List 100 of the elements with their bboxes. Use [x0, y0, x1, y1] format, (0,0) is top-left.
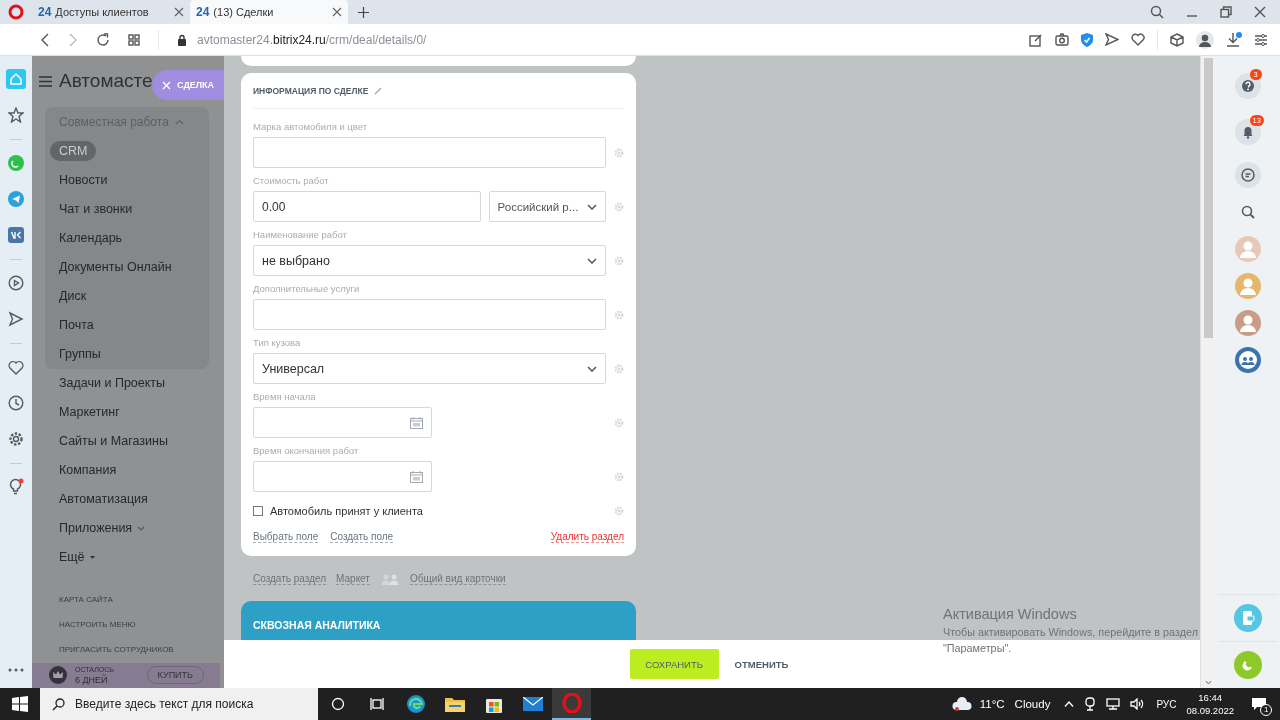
select-field[interactable]: Универсал — [253, 353, 606, 384]
clock-time[interactable]: 16:44 — [1198, 692, 1223, 703]
people-icon — [379, 573, 400, 585]
sidebar-link[interactable]: НАСТРОИТЬ МЕНЮ — [59, 620, 136, 629]
caret-icon[interactable] — [89, 555, 95, 559]
settings-icon[interactable] — [1254, 33, 1268, 46]
restore-icon[interactable] — [1220, 6, 1232, 18]
mail-icon[interactable] — [522, 697, 543, 711]
sidebar-item[interactable]: Календарь — [59, 231, 123, 246]
input-language[interactable]: РУС — [1156, 698, 1177, 710]
webcam-icon[interactable] — [1084, 697, 1097, 711]
network-icon[interactable] — [1106, 698, 1121, 710]
vk-icon[interactable] — [8, 227, 24, 243]
delete-section-link[interactable]: Удалить раздел — [550, 531, 624, 543]
reload-icon[interactable] — [96, 32, 110, 47]
close-slider-button[interactable]: СДЕЛКА — [152, 70, 224, 100]
close-icon[interactable] — [332, 7, 342, 17]
folder-icon[interactable] — [444, 696, 465, 712]
menu-icon[interactable] — [39, 75, 52, 87]
plus-icon[interactable] — [357, 6, 369, 18]
chevron-down-icon[interactable] — [587, 365, 597, 372]
group-chat-icon[interactable] — [1234, 346, 1261, 373]
currency-select[interactable]: Российский р... — [488, 191, 606, 222]
send-icon[interactable] — [8, 311, 24, 327]
heart-icon[interactable] — [8, 359, 24, 375]
sidebar-item[interactable]: Маркетинг — [59, 405, 120, 420]
sidebar-item[interactable]: Задачи и Проекты — [59, 376, 166, 391]
lightbulb-icon[interactable] — [8, 478, 24, 496]
camera-icon[interactable] — [1055, 33, 1069, 46]
sidebar-item[interactable]: Почта — [59, 318, 94, 333]
grid-icon[interactable] — [128, 33, 140, 46]
close-icon[interactable] — [174, 7, 184, 17]
send-icon[interactable] — [1105, 33, 1119, 46]
page-link[interactable]: Общий вид карточки — [409, 573, 506, 585]
browser-tab[interactable]: 24 (13) Сделки — [190, 0, 348, 24]
search-icon[interactable] — [1150, 5, 1164, 19]
sidebar-item[interactable]: Чат и звонки — [59, 202, 133, 217]
amount-input[interactable]: 0.00 — [253, 191, 481, 222]
save-button[interactable]: СОХРАНИТЬ — [629, 649, 719, 679]
more-icon[interactable] — [8, 668, 24, 672]
sidebar-link[interactable]: КАРТА САЙТА — [59, 594, 113, 604]
task-view-icon[interactable] — [369, 697, 384, 711]
checkbox[interactable] — [253, 506, 263, 516]
sidebar-item[interactable]: Группы — [59, 347, 101, 362]
activation-title: Активация Windows — [943, 606, 1078, 622]
chevron-down-icon[interactable] — [587, 257, 597, 264]
sidebar-item[interactable]: Ещё — [59, 550, 85, 565]
download-icon[interactable] — [1226, 31, 1242, 48]
clock-icon[interactable] — [8, 395, 24, 411]
date-input[interactable] — [253, 461, 432, 492]
cube-icon[interactable] — [1170, 32, 1184, 47]
text-input[interactable] — [253, 299, 606, 330]
chat-icon[interactable] — [1234, 161, 1261, 188]
sidebar-item[interactable]: Диск — [59, 289, 87, 304]
text-input[interactable] — [253, 137, 606, 168]
cancel-button[interactable]: ОТМЕНИТЬ — [728, 657, 795, 671]
browser-tab[interactable]: 24 Доступы клиентов — [32, 0, 190, 24]
sidebar-item[interactable]: Компания — [59, 463, 117, 478]
sidebar-item[interactable]: Автоматизация — [59, 492, 148, 507]
field-action-link[interactable]: Создать поле — [330, 531, 394, 543]
shield-icon[interactable] — [1081, 32, 1093, 47]
search-icon[interactable] — [1240, 204, 1255, 219]
circle-icon[interactable] — [330, 697, 345, 711]
scroll-thumb-icon[interactable] — [1203, 58, 1213, 338]
page-link[interactable]: Создать раздел — [253, 573, 327, 585]
close-icon[interactable] — [1254, 6, 1266, 18]
address-url[interactable]: avtomaster24.bitrix24.ru/crm/deal/details/0/ — [197, 32, 1029, 47]
field-label: Время окончания работ — [253, 444, 360, 458]
scroll-down-icon[interactable] — [1204, 680, 1212, 685]
windows-logo-icon[interactable] — [12, 696, 28, 712]
sidebar-item[interactable]: Новости — [59, 173, 108, 188]
sidebar-item[interactable]: Приложения — [59, 521, 133, 536]
opera-logo-icon[interactable] — [8, 4, 24, 20]
heart-icon[interactable] — [1131, 33, 1145, 46]
checkbox-label: Автомобиль принят у клиента — [270, 505, 423, 517]
clock-date[interactable]: 08.09.2022 — [1186, 705, 1234, 716]
sidebar-item[interactable]: Документы Онлайн — [59, 260, 172, 275]
edit-icon[interactable] — [1029, 32, 1043, 47]
play-circle-icon[interactable] — [8, 275, 24, 291]
section-title: ИНФОРМАЦИЯ ПО СДЕЛКЕ — [253, 85, 369, 96]
cloud-icon[interactable] — [951, 697, 972, 711]
field-action-link[interactable]: Выбрать поле — [253, 531, 319, 543]
paper-plane-icon[interactable] — [8, 191, 24, 207]
avatar-icon[interactable] — [1196, 30, 1214, 49]
chevron-down-icon[interactable] — [587, 203, 597, 210]
star-icon[interactable] — [8, 107, 24, 123]
gear-icon[interactable] — [8, 431, 24, 447]
back-icon[interactable] — [40, 32, 50, 47]
speaker-icon[interactable] — [1130, 698, 1145, 710]
select-field[interactable]: не выбрано — [253, 245, 606, 276]
notification-center-icon[interactable] — [1251, 697, 1267, 711]
edge-browser-icon[interactable] — [405, 694, 426, 714]
help-icon[interactable] — [1234, 72, 1261, 99]
sidebar-item[interactable]: Сайты и Магазины — [59, 434, 168, 449]
page-link[interactable]: Маркет — [336, 573, 370, 585]
sidebar-item[interactable]: CRM — [50, 141, 97, 162]
date-input[interactable] — [253, 407, 432, 438]
sidebar-link[interactable]: ПРИГЛАСИТЬ СОТРУДНИКОВ — [59, 645, 174, 655]
taskbar-search-field[interactable]: Введите здесь текст для поиска — [40, 688, 318, 720]
bell-icon[interactable] — [1234, 118, 1261, 145]
